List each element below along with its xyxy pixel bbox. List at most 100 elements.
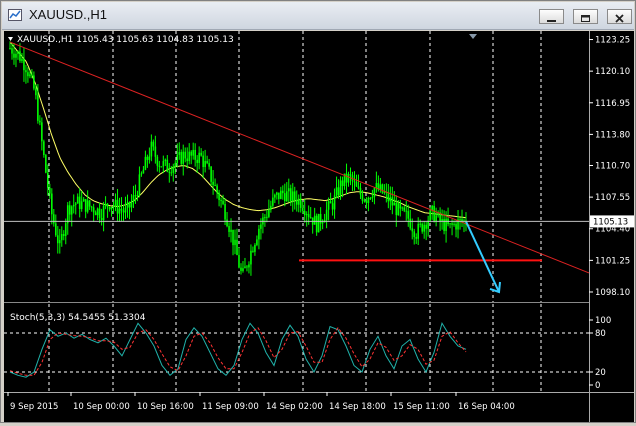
candle-body	[74, 203, 77, 205]
candle-body	[134, 195, 137, 197]
candle-body	[433, 205, 435, 222]
shift-marker-icon[interactable]	[469, 34, 477, 39]
maximize-button[interactable]	[573, 9, 598, 24]
candle-body	[154, 146, 157, 157]
candle-body	[138, 174, 141, 196]
trendline-group[interactable]	[9, 41, 590, 294]
candle-body	[33, 75, 35, 89]
candle-body	[367, 197, 370, 203]
stoch-tick-label: 0	[595, 381, 600, 391]
collapse-arrow-icon[interactable]	[8, 37, 13, 41]
candle-body	[17, 51, 19, 54]
candle-body	[190, 151, 193, 156]
candle-body	[214, 184, 216, 186]
candle-body	[66, 205, 69, 224]
minimize-button[interactable]	[539, 9, 564, 24]
candle-body	[120, 208, 123, 211]
candle-body	[200, 152, 202, 156]
candle-body	[337, 187, 340, 196]
candle-body	[297, 198, 300, 205]
candle-body	[435, 215, 437, 222]
candle-body	[150, 141, 153, 157]
candle-body	[80, 201, 83, 210]
close-button[interactable]	[607, 9, 632, 24]
price-tick-label: 1113.80	[595, 130, 630, 140]
candle-body	[58, 240, 61, 244]
candle-body	[41, 122, 43, 142]
candle-body	[23, 58, 25, 71]
candle-body	[274, 194, 276, 198]
candle-body	[126, 202, 129, 208]
candle-body	[72, 204, 75, 207]
candle-body	[238, 255, 240, 268]
candle-body	[222, 200, 224, 205]
candle-body	[204, 161, 206, 167]
time-label: 15 Sep 11:00	[393, 402, 450, 412]
projection-arrow[interactable]	[465, 220, 500, 293]
stochastic-pane	[4, 322, 589, 378]
candle-body	[325, 209, 328, 220]
candle-body	[455, 223, 457, 230]
chart-window: XAUUSD.,H1 1123.25 1120.10 1116.95 1113.80 1…	[0, 0, 636, 423]
candle-body	[146, 156, 149, 160]
chart-window-icon	[8, 9, 22, 21]
candle-body	[429, 209, 431, 221]
candle-body	[282, 190, 284, 194]
title-bar[interactable]: XAUUSD.,H1	[2, 2, 634, 30]
price-tick-label: 1120.10	[595, 67, 630, 77]
time-label: 10 Sep 16:00	[137, 402, 194, 412]
stoch-main-line	[9, 322, 467, 378]
candle-body	[415, 237, 418, 239]
candle-body	[411, 228, 414, 232]
candle-body	[345, 173, 348, 183]
candle-body	[226, 219, 228, 227]
price-tick-label: 1116.95	[595, 99, 630, 109]
candle-body	[449, 223, 451, 225]
candle-body	[31, 74, 33, 76]
candle-body	[421, 223, 423, 232]
candle-body	[82, 199, 85, 202]
candle-body	[278, 192, 280, 199]
candle-body	[104, 203, 107, 206]
candle-body	[106, 203, 109, 208]
candle-body	[407, 211, 410, 219]
price-chart[interactable]: 1123.25 1120.10 1116.95 1113.80 1110.70 1107.…	[4, 31, 634, 422]
candle-body	[260, 224, 262, 229]
candle-body	[272, 197, 274, 206]
candle-body	[62, 234, 65, 236]
candle-body	[53, 214, 55, 224]
candle-body	[98, 208, 101, 218]
candle-body	[140, 173, 143, 175]
candle-body	[369, 197, 372, 199]
candle-body	[168, 171, 171, 173]
candle-body	[178, 151, 181, 155]
candle-body	[305, 214, 308, 216]
candle-body	[425, 224, 427, 229]
candle-body	[166, 159, 169, 172]
candle-body	[339, 180, 342, 196]
chart-area[interactable]: 1123.25 1120.10 1116.95 1113.80 1110.70 1107.…	[4, 31, 634, 422]
candle-body	[43, 141, 45, 155]
candle-body	[116, 199, 119, 214]
candle-body	[188, 151, 191, 162]
candle-body	[15, 53, 17, 58]
candle-body	[264, 217, 266, 219]
candle-body	[451, 223, 453, 225]
candle-body	[299, 198, 302, 208]
candle-body	[180, 151, 183, 164]
candle-body	[108, 207, 111, 210]
price-tick-label: 1101.25	[595, 256, 630, 266]
candle-body	[47, 172, 49, 188]
downtrend-line[interactable]	[9, 41, 590, 274]
candle-body	[170, 172, 173, 174]
candle-body	[64, 223, 67, 236]
candle-body	[230, 229, 232, 232]
candle-body	[102, 205, 105, 221]
candle-body	[405, 210, 408, 212]
candle-body	[431, 205, 433, 210]
candle-body	[419, 223, 422, 225]
candle-body	[242, 268, 244, 271]
candle-body	[409, 218, 412, 229]
candle-body	[285, 191, 288, 202]
candle-body	[39, 120, 41, 123]
